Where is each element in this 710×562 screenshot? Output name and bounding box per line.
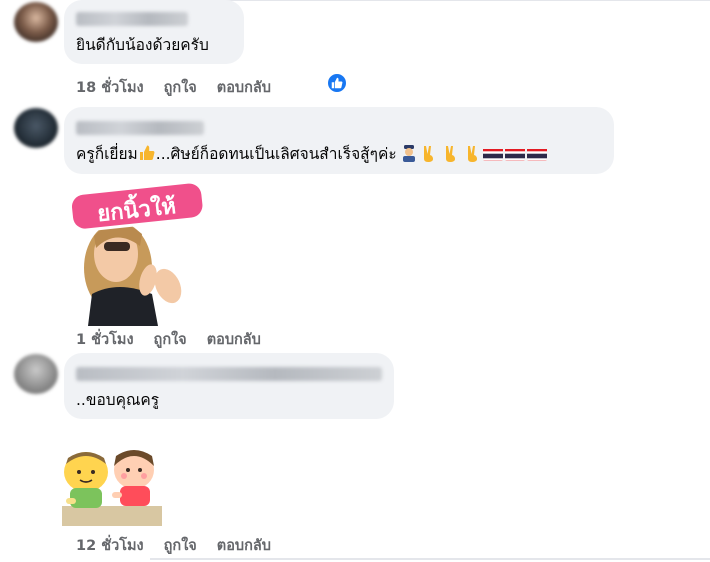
comment-text: ยินดีกับน้องด้วยครับ bbox=[76, 36, 209, 54]
like-button[interactable]: ถูกใจ bbox=[164, 76, 197, 99]
like-button[interactable]: ถูกใจ bbox=[164, 534, 197, 557]
comment-bubble: ยินดีกับน้องด้วยครับ bbox=[64, 0, 244, 64]
reply-button[interactable]: ตอบกลับ bbox=[207, 328, 261, 351]
clapping-sticker[interactable]: ยกนิ้วให้ bbox=[67, 176, 208, 326]
timestamp[interactable]: 12 ชั่วโมง bbox=[76, 534, 144, 557]
divider bbox=[200, 0, 710, 1]
reply-button[interactable]: ตอบกลับ bbox=[217, 534, 271, 557]
sticker-artwork: ยกนิ้วให้ bbox=[67, 180, 207, 326]
divider bbox=[150, 558, 710, 560]
police-officer-emoji-icon bbox=[401, 144, 417, 168]
timestamp[interactable]: 1 ชั่วโมง bbox=[76, 328, 134, 351]
reply-button[interactable]: ตอบกลับ bbox=[217, 76, 271, 99]
victory-hand-emoji-icon bbox=[465, 144, 481, 168]
two-kids-sticker[interactable] bbox=[62, 448, 162, 526]
author-name[interactable] bbox=[76, 367, 382, 381]
thailand-flag-icon bbox=[504, 147, 525, 161]
comment-text-line: ครูก็เยี่ยม ...ศิษย์ก็อดทนเป็นเลิศจนสำเร… bbox=[76, 143, 602, 168]
timestamp[interactable]: 18 ชั่วโมง bbox=[76, 76, 144, 99]
thailand-flag-icon bbox=[526, 147, 547, 161]
comment-bubble: ครูก็เยี่ยม ...ศิษย์ก็อดทนเป็นเลิศจนสำเร… bbox=[64, 107, 614, 174]
comment-text: ..ขอบคุณครู bbox=[76, 391, 160, 409]
comment-actions: 1 ชั่วโมง ถูกใจ ตอบกลับ bbox=[76, 328, 261, 351]
author-name[interactable] bbox=[76, 12, 188, 26]
avatar[interactable] bbox=[14, 2, 58, 42]
sticker-artwork bbox=[62, 450, 162, 526]
thumbs-up-emoji-icon bbox=[138, 144, 156, 168]
like-icon[interactable] bbox=[326, 72, 348, 94]
victory-hand-emoji-icon bbox=[443, 144, 459, 168]
comment-actions: 12 ชั่วโมง ถูกใจ ตอบกลับ bbox=[76, 534, 271, 557]
author-name[interactable] bbox=[76, 121, 204, 135]
avatar[interactable] bbox=[14, 354, 58, 394]
like-button[interactable]: ถูกใจ bbox=[154, 328, 187, 351]
victory-hand-emoji-icon bbox=[421, 144, 437, 168]
comment-actions: 18 ชั่วโมง ถูกใจ ตอบกลับ bbox=[76, 76, 271, 99]
comment-text: ครูก็เยี่ยม bbox=[76, 145, 138, 163]
comment-text-2: ...ศิษย์ก็อดทนเป็นเลิศจนสำเร็จสู้ๆค่ะ bbox=[155, 145, 397, 163]
thumbs-up-icon bbox=[331, 77, 343, 89]
comment-bubble: ..ขอบคุณครู bbox=[64, 353, 394, 419]
avatar[interactable] bbox=[14, 108, 58, 148]
thailand-flag-icon bbox=[482, 147, 503, 161]
